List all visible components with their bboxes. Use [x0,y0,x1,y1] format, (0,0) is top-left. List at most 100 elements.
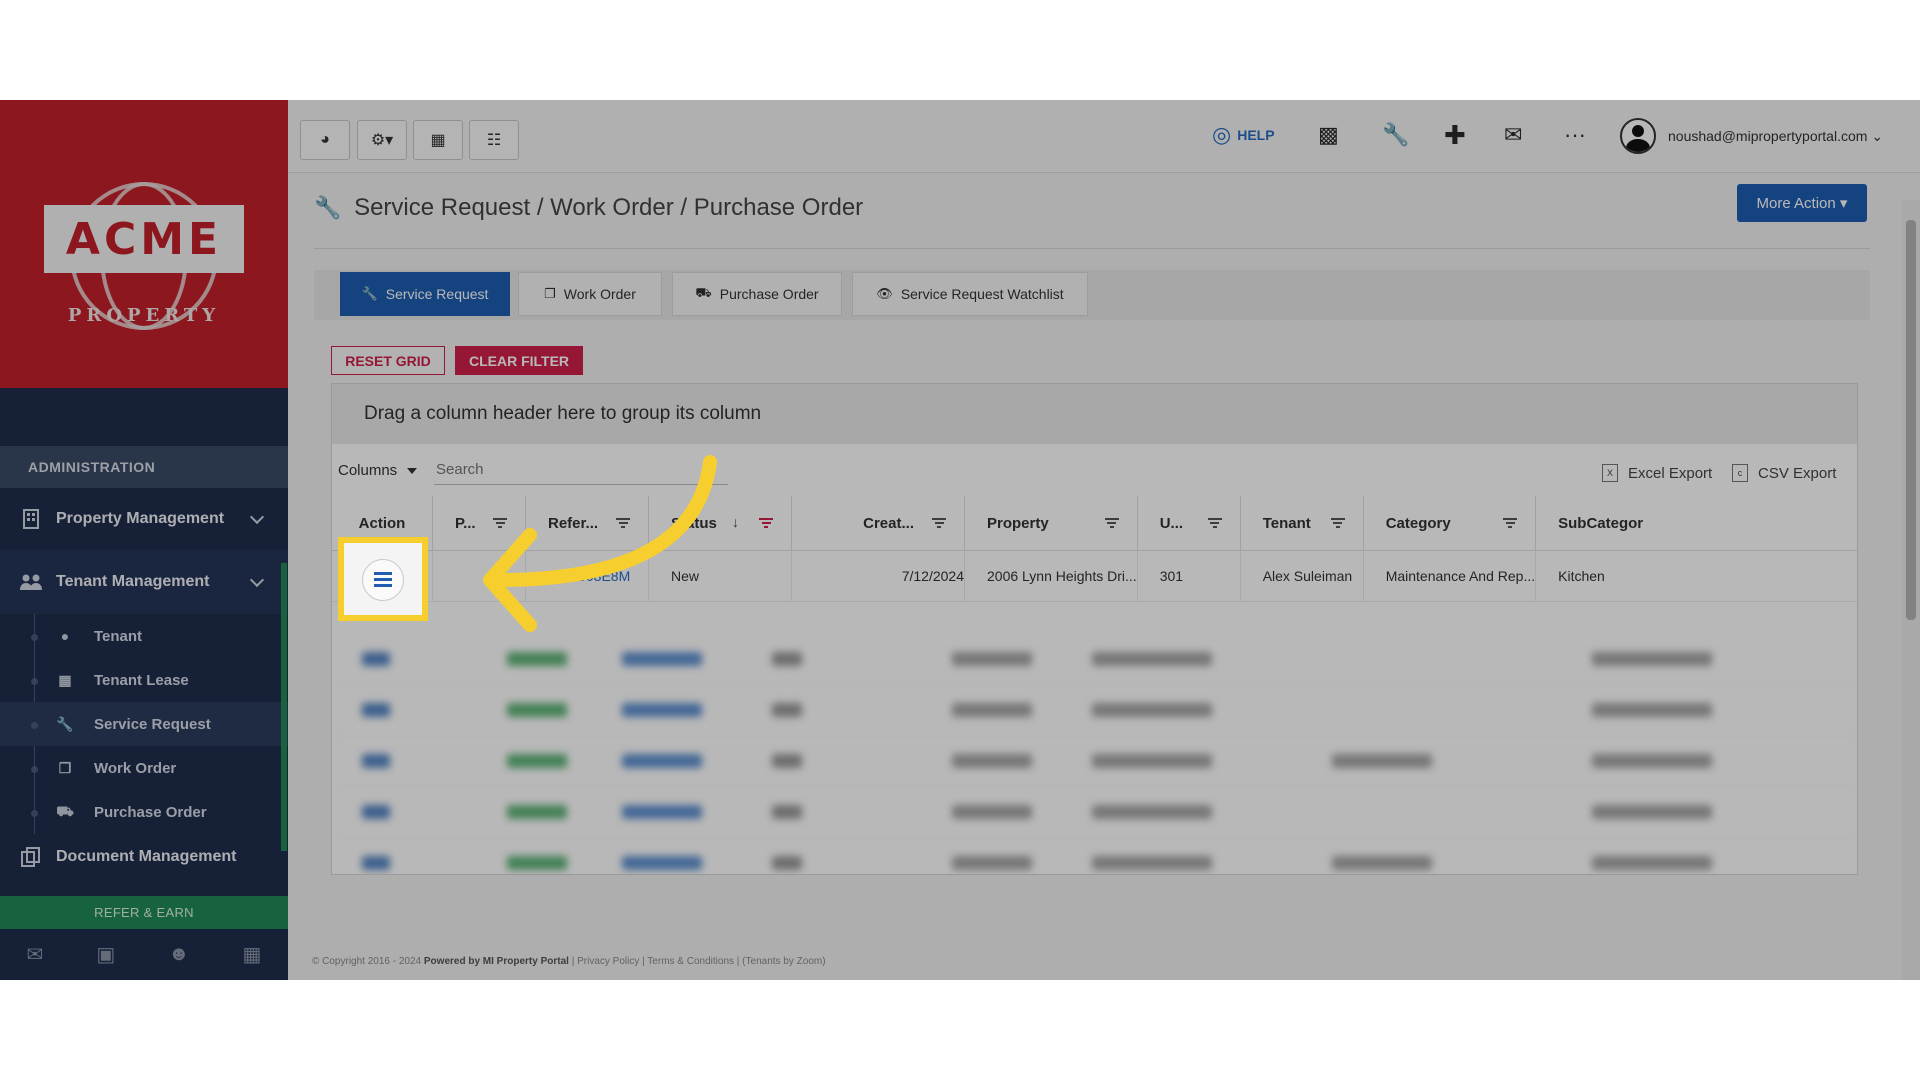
reset-grid-button[interactable]: RESET GRID [331,346,445,375]
refer-earn-button[interactable]: REFER & EARN [0,896,288,929]
csv-export-label: CSV Export [1758,464,1837,482]
tab-purchase-order[interactable]: ⛟ Purchase Order [672,272,842,316]
sidebar-section-administration: ADMINISTRATION [0,446,288,488]
ellipsis-icon: ··· [1564,122,1586,147]
more-action-button[interactable]: More Action ▾ [1737,184,1867,222]
submenu-label: Work Order [94,759,177,777]
submenu-item-work-order[interactable]: ❐ Work Order [0,746,288,790]
scrollbar-thumb[interactable] [1906,220,1916,620]
tabs: 🔧 Service Request ❐ Work Order ⛟ Purchas… [314,270,1870,320]
bar-chart-icon: ▩ [1318,122,1339,147]
divider [314,248,1870,249]
filter-icon[interactable] [932,518,946,528]
clear-filter-button[interactable]: CLEAR FILTER [455,346,583,375]
more-action-label: More Action [1756,194,1836,212]
col-label: Action [358,514,406,532]
user-icon: ● [60,628,70,644]
footer-copyright: © Copyright 2016 - 2024 [312,956,422,967]
wrench-icon: 🔧 [56,715,74,732]
filter-icon[interactable] [1330,518,1345,528]
dashboard-button[interactable]: ◕ [300,120,350,160]
filter-active-icon[interactable] [759,518,773,528]
calendar-check-icon: ▦ [58,671,72,688]
col-header-unit[interactable]: U... [1137,496,1241,551]
briefcase-icon[interactable]: ▣ [96,942,115,967]
col-label: Creat... [863,514,914,532]
sidebar-item-tenant-management[interactable]: Tenant Management [0,551,288,614]
truck-icon: ⛟ [56,802,74,819]
highlight-box [338,537,428,621]
col-header-tenant[interactable]: Tenant [1240,496,1364,551]
sidebar-item-property-management[interactable]: Property Management [0,488,288,551]
filter-icon[interactable] [1503,518,1518,528]
submenu-label: Tenant [94,627,143,645]
footer-tenants: | (Tenants by Zoom) [736,956,826,967]
col-header-created[interactable]: Creat... [791,496,965,551]
messages-button[interactable]: ✉ [1504,120,1522,150]
page-scrollbar[interactable] [1902,200,1920,980]
details-button-highlighted[interactable] [362,559,404,601]
calculator-icon: ☷ [486,132,502,149]
submenu-label: Service Request [94,715,211,733]
tab-label: Work Order [563,286,636,302]
help-button[interactable]: ◎ HELP [1212,120,1275,150]
submenu-item-service-request[interactable]: 🔧 Service Request [0,702,288,746]
csv-export-button[interactable]: c CSV Export [1732,464,1836,482]
chevron-down-icon: ⌄ [1871,128,1884,144]
property-cell: 2006 Lynn Heights Dri... [964,550,1138,602]
excel-export-button[interactable]: X Excel Export [1602,464,1712,482]
list-icon [374,572,392,588]
calendar-button[interactable]: ▦ [413,120,463,160]
blurred-rows [332,634,1857,874]
tab-work-order[interactable]: ❐ Work Order [518,272,662,316]
filter-icon[interactable] [1207,518,1222,528]
sidebar-item-label: Document Management [56,848,237,865]
columns-button[interactable]: Columns [338,462,418,479]
calendar-icon: ▦ [430,132,446,149]
submenu-item-purchase-order[interactable]: ⛟ Purchase Order [0,790,288,834]
copy-icon: ❐ [544,286,556,301]
list-item [332,736,1857,787]
tools-button[interactable]: 🔧 [1382,120,1409,150]
excel-file-icon: X [1602,464,1618,482]
tab-service-request-watchlist[interactable]: 👁 Service Request Watchlist [852,272,1088,316]
user-email-dropdown[interactable]: noushad@mipropertyportal.com ⌄ [1668,128,1883,145]
col-label: U... [1159,514,1184,532]
settings-dropdown-button[interactable]: ⚙▾ [357,120,407,160]
filter-icon[interactable] [1104,518,1119,528]
col-label: Tenant [1262,514,1311,532]
help-label: HELP [1237,127,1275,143]
page-title: 🔧 Service Request / Work Order / Purchas… [314,194,863,222]
col-header-property[interactable]: Property [964,496,1138,551]
person-icon[interactable]: ☻ [168,943,189,966]
topbar: ◕ ⚙▾ ▦ ☷ ◎ HELP ▩ 🔧 ✚ ✉ ··· noushad@mipr… [288,100,1920,173]
sidebar-bottom-icons: ✉ ▣ ☻ ▦ [0,929,288,980]
submenu-item-tenant-lease[interactable]: ▦ Tenant Lease [0,658,288,702]
sort-down-icon[interactable]: ↓ [732,514,739,530]
submenu-label: Purchase Order [94,803,207,821]
calculator-button[interactable]: ☷ [469,120,519,160]
gear-icon: ⚙▾ [370,132,394,149]
brand-logo[interactable]: ACME PROPERTY [0,100,288,388]
col-header-category[interactable]: Category [1363,496,1537,551]
footer-links[interactable]: | Privacy Policy | Terms & Conditions [572,956,734,967]
footer-powered[interactable]: Powered by MI Property Portal [424,956,569,967]
eye-icon: 👁 [876,286,893,301]
wrench-icon: 🔧 [361,286,378,301]
mail-icon[interactable]: ✉ [27,942,44,967]
tab-service-request[interactable]: 🔧 Service Request [340,272,510,316]
calculator-icon[interactable]: ▦ [243,942,262,967]
add-button[interactable]: ✚ [1444,120,1466,150]
sidebar: ACME PROPERTY ADMINISTRATION Property Ma… [0,100,288,980]
more-options-button[interactable]: ··· [1564,120,1586,150]
page-title-text: Service Request / Work Order / Purchase … [354,194,864,221]
reports-button[interactable]: ▩ [1318,120,1339,150]
logo-plate: ACME [44,205,244,273]
sidebar-item-document-management[interactable]: Document Management [0,834,288,880]
tab-label: Purchase Order [719,286,819,302]
col-header-subcategory[interactable]: SubCategor [1535,496,1857,551]
submenu-item-tenant[interactable]: ● Tenant [0,614,288,658]
col-label: SubCategor [1558,514,1644,532]
group-panel[interactable]: Drag a column header here to group its c… [332,384,1857,444]
avatar[interactable] [1620,118,1656,154]
